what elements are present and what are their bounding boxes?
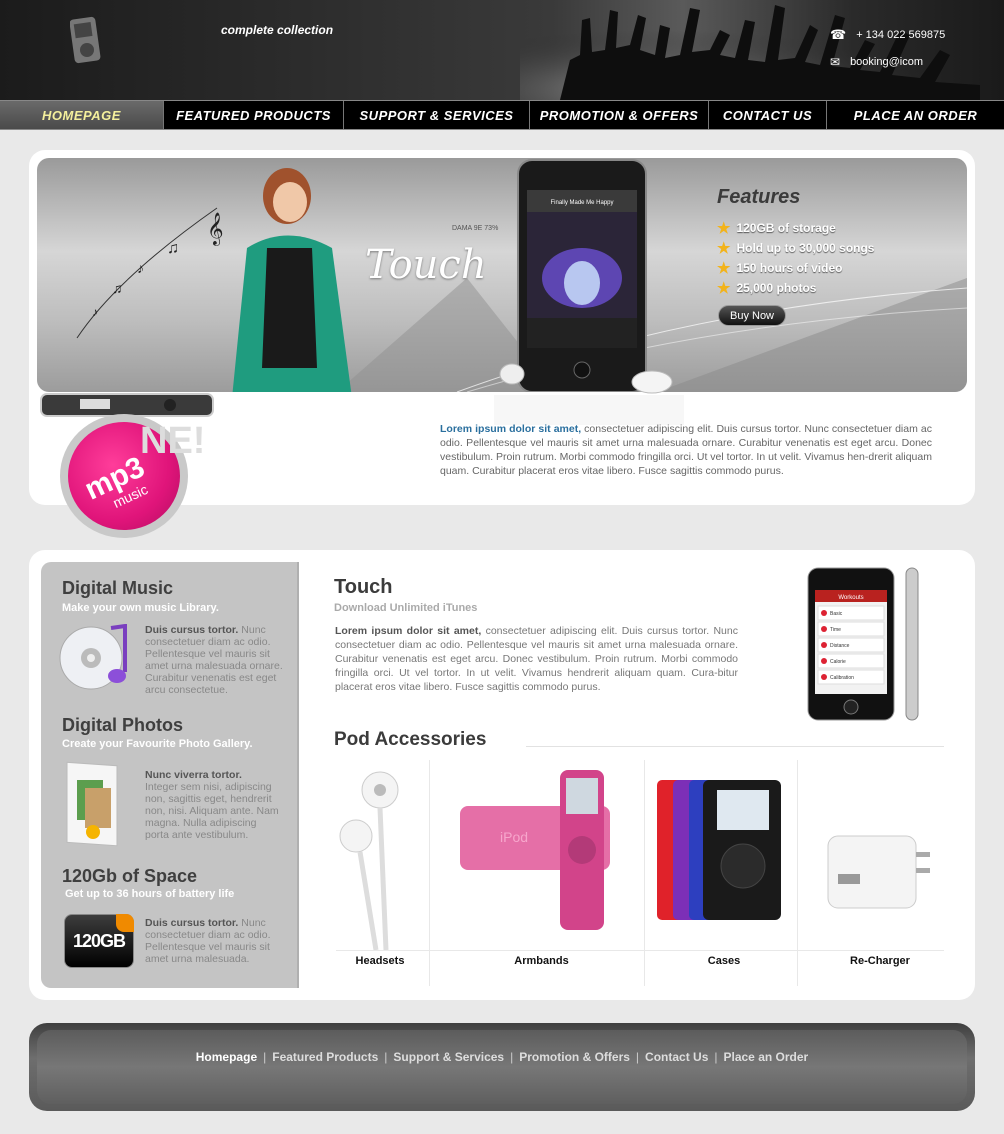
features-list: ★ 120GB of storage ★ Hold up to 30,000 son… [717, 218, 874, 298]
star-icon: ★ [717, 260, 731, 277]
tagline: complete collection [221, 23, 334, 37]
sidebar-title-photos: Digital Photos [62, 715, 183, 735]
footer-separator: | [635, 1050, 640, 1064]
sidebar: Digital Music Make your own music Librar… [41, 562, 299, 988]
accessory-cell-recharger[interactable] [798, 760, 944, 986]
buy-now-button[interactable]: Buy Now [718, 305, 786, 326]
girl-with-mp3-image [232, 168, 352, 392]
main-title: Touch [334, 576, 393, 598]
nav-support-services[interactable]: SUPPORT & SERVICES [344, 101, 530, 129]
nav-homepage[interactable]: HOMEPAGE [0, 101, 164, 129]
nav-featured-products[interactable]: FEATURED PRODUCTS [164, 101, 344, 129]
footer-link-featured-products[interactable]: Featured Products [272, 1050, 378, 1064]
svg-text:♫: ♫ [112, 280, 123, 296]
sidebar-text-music: Duis cursus tortor. Nunc consectetuer di… [145, 624, 283, 696]
hero-banner: DAMA 9E 73% Touch Finally Made Me Happy … [37, 158, 967, 392]
feature-item: ★ 25,000 photos [717, 280, 817, 297]
footer-separator: | [263, 1050, 267, 1064]
phone-screen-title: Workouts [838, 595, 863, 601]
footer-inner [37, 1030, 967, 1104]
nav-promotion-offers[interactable]: PROMOTION & OFFERS [530, 101, 709, 129]
cases-image [657, 780, 781, 920]
footer-link-homepage[interactable]: Homepage [196, 1050, 257, 1064]
footer-link-promotion-offers[interactable]: Promotion & Offers [519, 1050, 630, 1064]
nav-place-an-order[interactable]: PLACE AN ORDER [827, 101, 1004, 129]
sidebar-text-photos: Nunc viverra tortor. Integer sem nisi, a… [145, 769, 279, 841]
footer-separator: | [714, 1050, 718, 1064]
main-body-text: Lorem ipsum dolor sit amet, consectetuer… [335, 625, 738, 693]
envelope-icon: ✉ [830, 55, 841, 69]
footer-separator: | [384, 1050, 388, 1064]
accessory-label-recharger[interactable]: Re-Charger [810, 955, 950, 967]
features-title: Features [717, 186, 801, 208]
sidebar-subtitle-photos: Create your Favourite Photo Gallery. [62, 738, 253, 750]
phone-item: Basic [830, 611, 843, 617]
phone-item: Time [830, 627, 841, 633]
star-icon: ★ [717, 280, 731, 297]
nav-contact-us[interactable]: CONTACT US [709, 101, 827, 129]
star-icon: ★ [717, 220, 731, 237]
sidebar-text-space: Duis cursus tortor. Nunc consectetuer di… [145, 917, 271, 965]
cd-music-icon [59, 624, 127, 690]
accessories-divider [526, 746, 944, 747]
sidebar-subtitle-music: Make your own music Library. [62, 602, 219, 614]
intro-paragraph: Lorem ipsum dolor sit amet, consectetuer… [440, 422, 932, 478]
email-address[interactable]: booking@icom [850, 56, 923, 68]
svg-text:DAMA 9E 73%: DAMA 9E 73% [452, 225, 498, 232]
phone-icon: ☎ [830, 27, 847, 42]
footer-links: Homepage | Featured Products | Support &… [0, 1050, 1004, 1064]
ipod-logo-icon [70, 16, 101, 64]
footer-separator: | [510, 1050, 514, 1064]
sidebar-title-music: Digital Music [62, 578, 174, 598]
ipod-song-title: Finally Made Me Happy [550, 200, 613, 206]
phone-number: + 134 022 569875 [856, 29, 946, 41]
svg-text:𝄞: 𝄞 [207, 213, 224, 246]
phone-item: Calibration [830, 675, 854, 681]
armbands-image: iPod [460, 770, 610, 930]
phone-item: Calorie [830, 659, 846, 665]
accessory-cell-armbands[interactable]: iPod [430, 760, 645, 986]
feature-item: ★ 150 hours of video [717, 260, 843, 277]
svg-text:♪: ♪ [137, 260, 144, 276]
ipod-touch-image: Finally Made Me Happy [517, 159, 647, 392]
svg-text:♪: ♪ [92, 305, 98, 319]
accessory-cell-headsets[interactable] [336, 760, 430, 986]
sticker-back-text: NE! [140, 420, 206, 462]
phone-contact: ☎ + 134 022 569875 [830, 27, 945, 43]
footer-link-contact-us[interactable]: Contact Us [645, 1050, 708, 1064]
photo-gallery-icon [66, 761, 118, 847]
footer-link-support-services[interactable]: Support & Services [393, 1050, 504, 1064]
music-notes-graphic: 𝄞 ♫ ♪ ♫ ♪ [76, 207, 224, 339]
svg-text:♫: ♫ [167, 240, 179, 257]
main-nav: HOMEPAGE FEATURED PRODUCTS SUPPORT & SER… [0, 100, 1004, 130]
sidebar-subtitle-space: Get up to 36 hours of battery life [65, 888, 235, 900]
crowd-silhouette-image [520, 0, 980, 100]
footer [29, 1023, 975, 1111]
header: complete collection ☎ + 134 022 569875 ✉… [0, 0, 1004, 100]
email-contact[interactable]: ✉ booking@icom [830, 55, 923, 69]
120gb-badge-icon: 120GB [64, 914, 134, 968]
accessory-label-headsets[interactable]: Headsets [336, 955, 424, 967]
feature-item: ★ Hold up to 30,000 songs [717, 240, 875, 257]
main-subtitle: Download Unlimited iTunes [334, 602, 478, 614]
sidebar-title-space: 120Gb of Space [62, 866, 198, 886]
recharger-image [827, 835, 930, 909]
accessories-title: Pod Accessories [334, 729, 487, 750]
armband-text: iPod [500, 829, 528, 845]
accessories-base-line [336, 950, 944, 951]
accessory-cell-cases[interactable] [645, 760, 798, 986]
iphone-workouts-image: Workouts Basic Time Distance Calorie Cal… [807, 567, 919, 721]
accessory-label-armbands[interactable]: Armbands [440, 955, 643, 967]
phone-item: Distance [830, 643, 850, 649]
headsets-image [339, 771, 399, 951]
feature-item: ★ 120GB of storage [717, 220, 836, 237]
earbuds-image [494, 363, 684, 425]
accessory-label-cases[interactable]: Cases [650, 955, 798, 967]
intro-lead: Lorem ipsum dolor sit amet, [440, 423, 582, 435]
star-icon: ★ [717, 240, 731, 257]
footer-link-place-an-order[interactable]: Place an Order [724, 1050, 809, 1064]
